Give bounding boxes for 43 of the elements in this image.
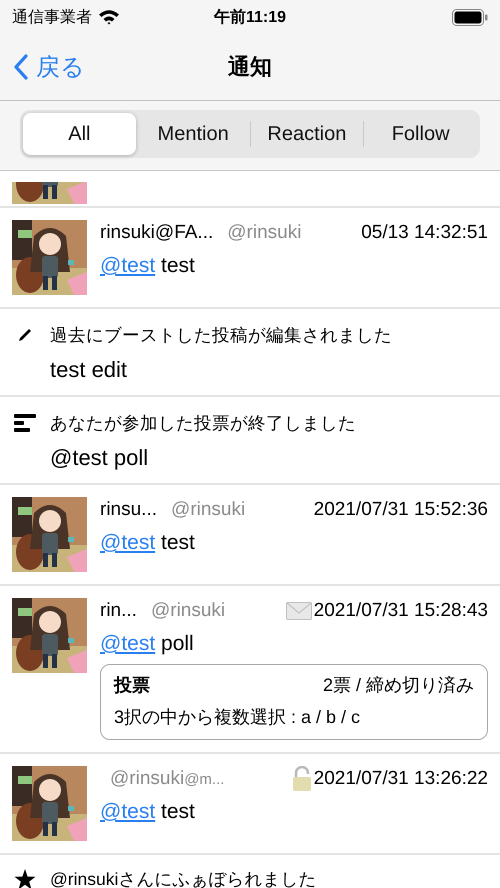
- post-time: 2021/07/31 15:28:43: [314, 600, 488, 622]
- segment-tab[interactable]: Mention: [136, 113, 250, 155]
- mention-link[interactable]: @test: [100, 800, 156, 823]
- display-name: rinsu...: [100, 499, 158, 521]
- post-text: test: [161, 254, 195, 277]
- post-text: test: [161, 800, 195, 823]
- notice-text: @test poll: [50, 445, 150, 471]
- poll-icon: [14, 414, 36, 432]
- chevron-left-icon: [14, 54, 28, 80]
- mention-link[interactable]: @test: [100, 632, 156, 655]
- notice-message: 過去にブーストした投稿が編集されました: [50, 324, 392, 347]
- wifi-icon: [98, 9, 120, 25]
- mention-link[interactable]: @test: [100, 254, 156, 277]
- user-handle: @rinsuki: [150, 600, 226, 622]
- user-handle: @rinsuki: [227, 222, 302, 244]
- padlock-icon: [292, 766, 312, 792]
- carrier-name: 通信事業者: [12, 8, 92, 28]
- poll-summary: 2票 / 締め切り済み: [322, 674, 474, 697]
- display-name: rinsuki@FA...: [100, 222, 214, 244]
- post-text: poll: [161, 632, 194, 655]
- segment-tab[interactable]: Reaction: [250, 113, 364, 155]
- post-text: test: [161, 531, 195, 554]
- star-icon: [14, 868, 36, 888]
- mention-link[interactable]: @test: [100, 531, 156, 554]
- notice-text: test edit: [50, 357, 128, 383]
- screen-title: 通知: [228, 53, 272, 81]
- poll-options: 3択の中から複数選択 : a / b / c: [114, 705, 474, 729]
- user-handle: @rinsuki: [110, 768, 184, 790]
- segment-tab[interactable]: All: [23, 113, 136, 155]
- instance-domain: @m...: [184, 771, 224, 788]
- notice-message: あなたが参加した投票が終了しました: [50, 412, 356, 435]
- poll-title: 投票: [114, 674, 150, 697]
- post-time: 2021/07/31 15:52:36: [314, 499, 488, 521]
- battery-icon: [452, 8, 488, 26]
- user-handle: @rinsuki: [171, 499, 246, 521]
- pencil-icon: [17, 327, 33, 343]
- envelope-icon: [286, 602, 312, 620]
- back-button[interactable]: 戻る: [0, 51, 85, 83]
- display-name: rin...: [100, 600, 137, 622]
- segment-tab[interactable]: Follow: [364, 113, 477, 155]
- clock-time: 午前11:19: [214, 8, 286, 26]
- post-time: 2021/07/31 13:26:22: [314, 768, 488, 790]
- post-time: 05/13 14:32:51: [361, 222, 488, 244]
